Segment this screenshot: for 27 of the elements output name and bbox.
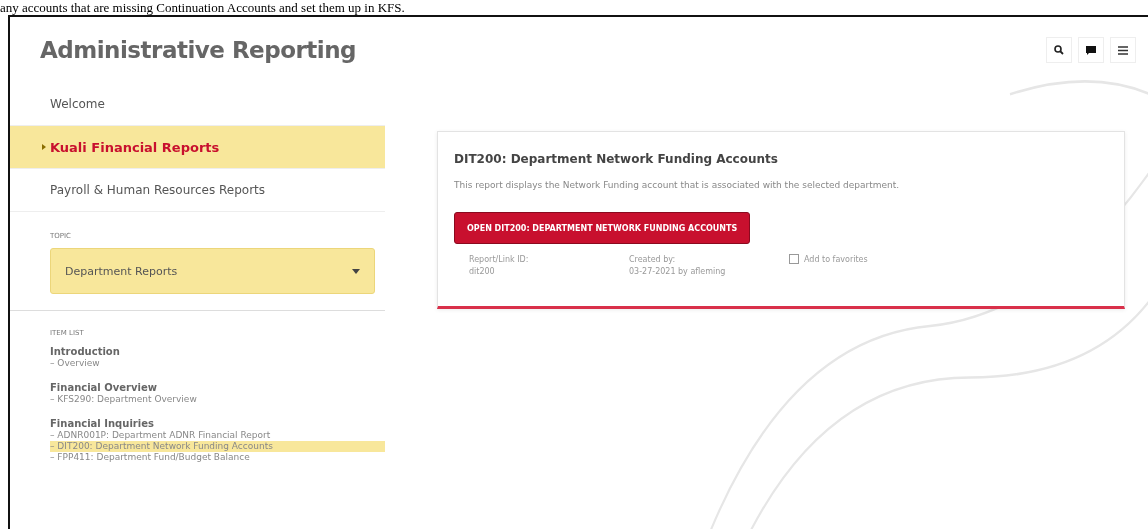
favorite-checkbox[interactable]: [789, 254, 799, 264]
nav-item[interactable]: Payroll & Human Resources Reports: [10, 169, 385, 212]
report-link[interactable]: – ADNR001P: Department ADNR Financial Report: [50, 430, 385, 441]
report-link[interactable]: – FPP411: Department Fund/Budget Balance: [50, 452, 385, 463]
group-title: Financial Inquiries: [50, 417, 155, 430]
favorite-label: Add to favorites: [804, 254, 868, 266]
caret-icon: [352, 268, 360, 274]
meta-value: dit200: [469, 266, 496, 278]
group-title: Introduction: [50, 345, 121, 358]
intro-text: any accounts that are missing Continuation Accounts and set them up in KFS.: [0, 0, 406, 15]
report-title: DIT200: Department Network Funding Accounts: [454, 152, 779, 166]
topic-dropdown[interactable]: Department Reports: [50, 248, 375, 294]
report-link[interactable]: – DIT200: Department Network Funding Accounts: [50, 441, 385, 452]
meta-label: Report/Link ID:: [469, 254, 530, 266]
meta-label: Created by:: [629, 254, 677, 266]
report-link[interactable]: – KFS290: Department Overview: [50, 394, 385, 405]
site-title: Administrative Reporting: [40, 37, 357, 63]
meta-value: 03-27-2021 by afleming: [629, 266, 727, 278]
report-description: This report displays the Network Funding account that is associated with the selected department.: [454, 180, 901, 190]
search-icon[interactable]: [1046, 37, 1072, 63]
report-link[interactable]: – Overview: [50, 358, 385, 369]
nav-item[interactable]: Kuali Financial Reports: [10, 126, 385, 169]
group-title: Financial Overview: [50, 381, 158, 394]
caret-icon: [42, 144, 46, 150]
chat-icon[interactable]: [1078, 37, 1104, 63]
menu-icon[interactable]: [1110, 37, 1136, 63]
open-report-button[interactable]: OPEN DIT200: DEPARTMENT NETWORK FUNDING ACCOUNTS: [454, 212, 751, 244]
